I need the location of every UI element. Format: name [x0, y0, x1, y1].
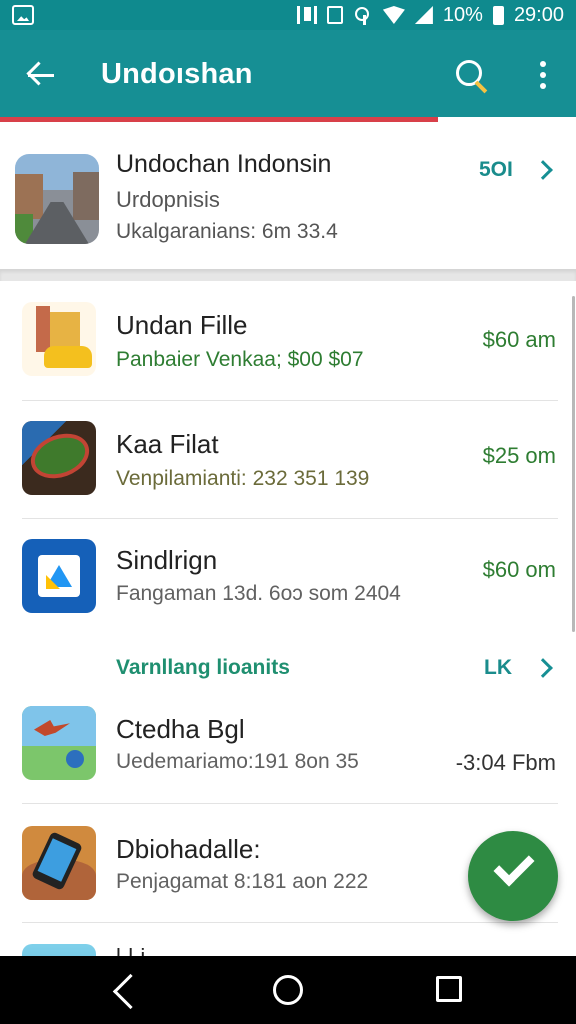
featured-title: Undochan Indonsin	[116, 150, 332, 178]
item-title: Ctedha Bgl	[116, 714, 245, 744]
row-divider	[22, 803, 558, 804]
more-vert-icon[interactable]	[538, 61, 548, 91]
chevron-right-icon[interactable]	[533, 160, 553, 180]
wifi-icon	[382, 6, 405, 24]
item-title: l·l·i	[116, 944, 145, 956]
birds-icon	[22, 706, 96, 780]
item-subtitle: Panbaier Venkaa; $00 $07	[116, 348, 364, 371]
item-amount: $60 om	[482, 557, 556, 582]
app-bar: Undoıshan	[0, 30, 576, 118]
system-nav-bar	[0, 956, 576, 1024]
list-item[interactable]: l·l·i	[0, 924, 576, 956]
clock: 29:00	[513, 3, 564, 26]
confirm-fab-button[interactable]	[468, 831, 558, 921]
item-subtitle: Uedemariamo:191 8on 35	[116, 750, 359, 773]
featured-card[interactable]: Undochan Indonsin Urdopnisis Ukalgarania…	[0, 122, 576, 272]
group-link[interactable]: LK	[484, 656, 512, 680]
item-amount: $25 om	[482, 443, 556, 468]
featured-subtitle: Urdopnisis	[116, 187, 220, 212]
phone-icon	[22, 826, 96, 900]
building-car-icon	[22, 302, 96, 376]
item-title: Kaa Filat	[116, 429, 219, 459]
list-item[interactable]: Sindlrign Fangaman 13d. 6oɔ som 2404 $60…	[0, 519, 576, 637]
item-subtitle: Fangaman 13d. 6oɔ som 2404	[116, 582, 401, 605]
status-bar: 10% 29:00	[0, 0, 576, 30]
docs-icon	[22, 539, 96, 613]
item-amount: -3:04 Fbm	[455, 750, 556, 775]
nav-recents-icon[interactable]	[436, 976, 462, 1002]
check-icon	[493, 845, 535, 887]
chevron-right-icon[interactable]	[533, 658, 553, 678]
group-header: Varnllang lioanits	[116, 656, 290, 679]
leaf-icon	[22, 421, 96, 495]
nfc-icon	[326, 6, 343, 24]
row-divider	[22, 922, 558, 923]
back-arrow-icon[interactable]	[26, 60, 56, 90]
item-title: Undan Fille	[116, 310, 248, 340]
list-item[interactable]: Undan Fille Panbaier Venkaa; $00 $07 $60…	[0, 284, 576, 402]
item-title: Dbiohadalle:	[116, 834, 261, 864]
key-icon	[353, 5, 373, 25]
nav-home-icon[interactable]	[273, 975, 303, 1005]
scrollbar[interactable]	[572, 296, 575, 632]
battery-icon	[492, 5, 504, 25]
battery-percent: 10%	[442, 3, 483, 26]
list-item[interactable]: Ctedha Bgl Uedemariamo:191 8on 35 -3:04 …	[0, 688, 576, 806]
item-subtitle: Venpilamianti: 232 351 139	[116, 467, 370, 490]
item-subtitle: Penjagamat 8:181 aon 222	[116, 870, 369, 893]
search-icon[interactable]	[456, 60, 492, 96]
vibrate-icon	[296, 6, 317, 24]
item-amount: $60 am	[482, 327, 556, 352]
page-title: Undoıshan	[101, 58, 253, 90]
featured-value: 5OI	[479, 158, 513, 181]
nav-back-icon[interactable]	[114, 976, 142, 1004]
signal-icon	[414, 6, 433, 24]
featured-meta: Ukalgaranians: 6m 33.4	[116, 220, 338, 243]
partial-item-icon	[22, 944, 96, 956]
section-divider	[0, 269, 576, 281]
gallery-notification-icon	[12, 5, 34, 25]
street-thumbnail	[15, 154, 99, 244]
list-item[interactable]: Kaa Filat Venpilamianti: 232 351 139 $25…	[0, 401, 576, 519]
status-icons: 10% 29:00	[296, 0, 564, 30]
item-title: Sindlrign	[116, 545, 218, 575]
